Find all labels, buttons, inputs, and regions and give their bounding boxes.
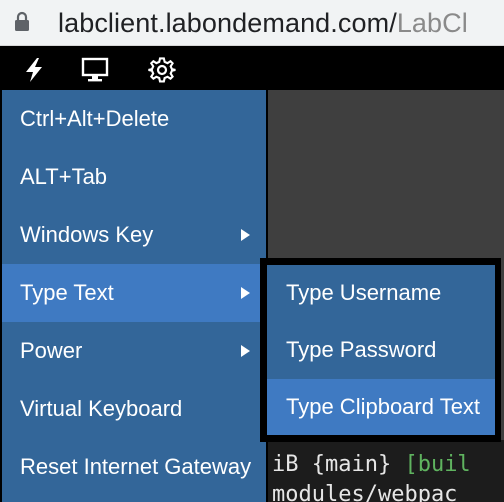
menu-item-alt-tab[interactable]: ALT+Tab — [2, 148, 266, 206]
terminal-output: iB {main} [buil modules/webpac — [268, 440, 504, 502]
menu-item-windows-key[interactable]: Windows Key — [2, 206, 266, 264]
terminal-line: modules/webpac — [272, 482, 458, 502]
menu-item-label: Power — [20, 338, 83, 363]
lab-toolbar — [0, 46, 504, 90]
menu-item-label: Windows Key — [20, 222, 154, 247]
submenu-item-type-clipboard-text[interactable]: Type Clipboard Text — [267, 379, 495, 435]
lightning-icon[interactable] — [20, 56, 48, 84]
menu-item-power[interactable]: Power — [2, 322, 266, 380]
menu-item-label: Virtual Keyboard — [20, 396, 183, 421]
menu-item-label: Reset Internet Gateway — [20, 454, 252, 479]
monitor-icon[interactable] — [81, 56, 109, 84]
terminal-line: iB {main} [buil — [272, 452, 471, 477]
lock-icon — [15, 11, 29, 31]
url-text[interactable]: labclient.labondemand.com/LabCl — [58, 3, 468, 43]
actions-menu: Ctrl+Alt+Delete ALT+Tab Windows Key Type… — [0, 90, 268, 502]
submenu-panel: Type Username Type Password Type Clipboa… — [267, 265, 495, 435]
submenu-item-label: Type Password — [286, 337, 437, 362]
chevron-right-icon — [241, 345, 250, 357]
url-host: labclient.labondemand.com/ — [58, 8, 397, 38]
menu-item-reset-internet-gateway[interactable]: Reset Internet Gateway — [2, 438, 266, 496]
browser-address-bar[interactable]: labclient.labondemand.com/LabCl — [0, 0, 504, 46]
url-path: LabCl — [396, 8, 468, 38]
menu-item-label: Ctrl+Alt+Delete — [20, 106, 170, 131]
submenu-item-type-username[interactable]: Type Username — [267, 265, 495, 321]
submenu-item-type-password[interactable]: Type Password — [267, 322, 495, 378]
menu-item-type-text[interactable]: Type Text — [2, 264, 266, 322]
submenu-item-label: Type Username — [286, 280, 442, 305]
menu-item-label: ALT+Tab — [20, 164, 108, 189]
gear-icon[interactable] — [148, 56, 176, 84]
chevron-right-icon — [241, 229, 250, 241]
chevron-right-icon — [241, 287, 250, 299]
menu-item-ctrl-alt-delete[interactable]: Ctrl+Alt+Delete — [2, 90, 266, 148]
type-text-submenu: Type Username Type Password Type Clipboa… — [260, 258, 501, 442]
submenu-item-label: Type Clipboard Text — [286, 394, 481, 419]
menu-item-virtual-keyboard[interactable]: Virtual Keyboard — [2, 380, 266, 438]
menu-item-label: Type Text — [20, 280, 114, 305]
